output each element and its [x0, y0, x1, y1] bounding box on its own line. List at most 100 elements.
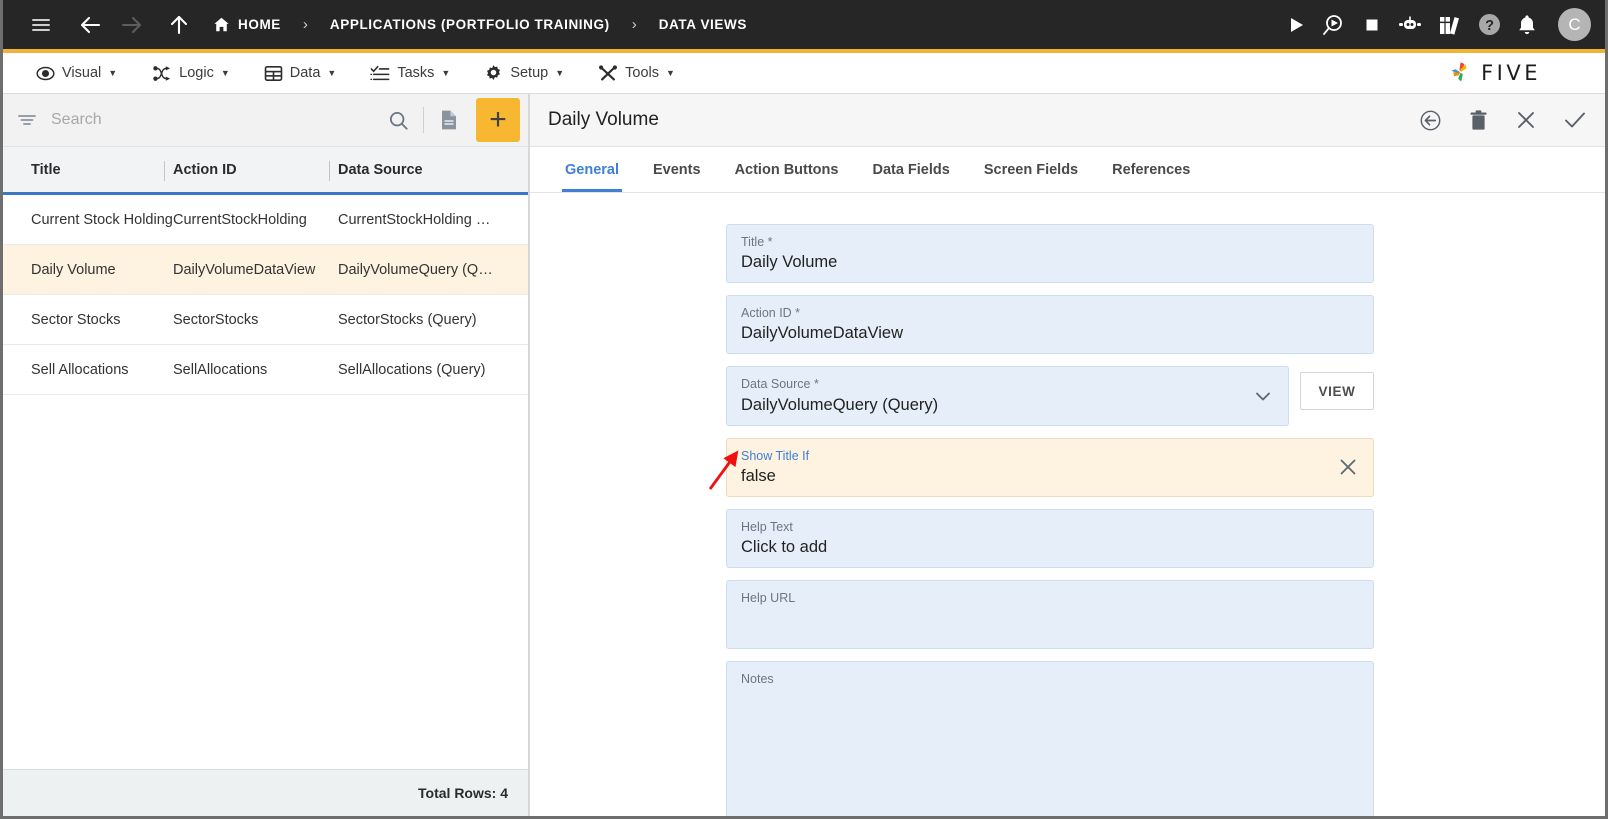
- show-title-if-field[interactable]: Show Title If false: [726, 437, 1374, 497]
- arrow-left-icon[interactable]: [71, 5, 111, 45]
- tab-general[interactable]: General: [548, 147, 636, 192]
- cell-title: Current Stock Holding: [31, 211, 173, 228]
- table-row[interactable]: Current Stock Holding CurrentStockHoldin…: [3, 195, 528, 245]
- view-button[interactable]: VIEW: [1300, 372, 1374, 411]
- cell-action-id: CurrentStockHolding: [173, 211, 307, 228]
- chatbot-icon[interactable]: [1397, 14, 1423, 36]
- column-header-data-source[interactable]: Data Source: [329, 147, 528, 192]
- menu-item-tasks[interactable]: Tasks ▼: [353, 53, 467, 93]
- document-icon[interactable]: [428, 94, 470, 147]
- breadcrumb-item-applications[interactable]: APPLICATIONS (PORTFOLIO TRAINING): [326, 17, 614, 32]
- breadcrumb-label: APPLICATIONS (PORTFOLIO TRAINING): [329, 17, 610, 32]
- cell-title: Sector Stocks: [31, 311, 121, 328]
- avatar[interactable]: C: [1558, 8, 1591, 41]
- brand-logo: FIVE: [1448, 60, 1589, 86]
- stop-icon[interactable]: [1361, 14, 1383, 36]
- field-value: [741, 606, 1359, 607]
- chevron-down-icon: ▼: [327, 68, 337, 78]
- add-button[interactable]: +: [476, 98, 520, 142]
- help-icon[interactable]: ?: [1477, 12, 1502, 37]
- page-title: Daily Volume: [548, 109, 659, 130]
- menu-item-logic[interactable]: Logic ▼: [134, 53, 247, 93]
- chevron-down-icon: ▼: [555, 68, 565, 78]
- total-rows-label: Total Rows: 4: [3, 769, 528, 816]
- chevron-down-icon: ▼: [220, 68, 230, 78]
- tab-references[interactable]: References: [1095, 147, 1207, 192]
- action-id-field[interactable]: Action ID * DailyVolumeDataView: [726, 295, 1374, 355]
- cell-title: Sell Allocations: [31, 361, 129, 378]
- menu-item-tools[interactable]: Tools ▼: [581, 53, 692, 93]
- field-label: Title *: [741, 235, 773, 249]
- chevron-down-icon: ▼: [666, 68, 675, 78]
- data-source-field[interactable]: Data Source * DailyVolumeQuery (Query): [726, 366, 1289, 426]
- library-icon[interactable]: [1437, 13, 1463, 37]
- chevron-down-icon: ▼: [441, 68, 451, 78]
- field-label: Help URL: [741, 590, 796, 605]
- chevron-down-icon[interactable]: [1252, 385, 1274, 407]
- top-navigation-bar: HOME › APPLICATIONS (PORTFOLIO TRAINING)…: [3, 0, 1605, 53]
- notifications-bell-icon[interactable]: [1516, 13, 1538, 37]
- preview-icon[interactable]: [1321, 12, 1347, 38]
- delete-icon[interactable]: [1468, 109, 1489, 132]
- list-column-headers: Title Action ID Data Source: [3, 147, 528, 195]
- tab-events[interactable]: Events: [636, 147, 718, 192]
- menu-item-visual[interactable]: Visual ▼: [19, 53, 134, 93]
- cell-data-source: CurrentStockHolding …: [338, 211, 491, 228]
- filter-icon[interactable]: [17, 110, 37, 130]
- revert-icon[interactable]: [1419, 109, 1442, 132]
- detail-tabs: General Events Action Buttons Data Field…: [530, 147, 1605, 193]
- breadcrumb-item-data-views[interactable]: DATA VIEWS: [655, 17, 751, 32]
- breadcrumb-label: DATA VIEWS: [658, 17, 747, 32]
- arrow-up-icon[interactable]: [159, 5, 199, 45]
- menu-item-data[interactable]: Data ▼: [247, 53, 354, 93]
- table-row[interactable]: Sector Stocks SectorStocks SectorStocks …: [3, 295, 528, 345]
- cell-data-source: DailyVolumeQuery (Q…: [338, 261, 493, 278]
- detail-panel: Daily Volume General Events Action Butto…: [530, 94, 1605, 816]
- eye-icon: [36, 64, 55, 83]
- home-icon: [213, 16, 230, 33]
- close-icon[interactable]: [1515, 109, 1537, 131]
- nodes-icon: [151, 64, 172, 83]
- search-icon[interactable]: [377, 94, 419, 147]
- brand-name: FIVE: [1481, 61, 1541, 85]
- search-input[interactable]: [37, 111, 377, 129]
- cell-data-source: SellAllocations (Query): [338, 361, 486, 378]
- field-value: Click to add: [741, 537, 828, 556]
- search-toolbar: +: [3, 94, 528, 147]
- main-body: + Title Action ID Data Source Current St…: [3, 94, 1605, 816]
- tab-action-buttons[interactable]: Action Buttons: [718, 147, 856, 192]
- column-header-action-id[interactable]: Action ID: [164, 147, 338, 192]
- clear-icon[interactable]: [1337, 456, 1359, 478]
- breadcrumb: HOME › APPLICATIONS (PORTFOLIO TRAINING)…: [209, 16, 751, 33]
- column-header-title[interactable]: Title: [3, 147, 173, 192]
- save-icon[interactable]: [1563, 109, 1587, 131]
- breadcrumb-item-home[interactable]: HOME: [209, 16, 285, 33]
- menu-label: Data: [289, 65, 321, 81]
- notes-field[interactable]: Notes: [726, 660, 1374, 816]
- gear-icon: [484, 64, 503, 83]
- run-icon[interactable]: [1285, 14, 1307, 36]
- table-row[interactable]: Sell Allocations SellAllocations SellAll…: [3, 345, 528, 395]
- help-text-field[interactable]: Help Text Click to add: [726, 508, 1374, 568]
- five-logo-icon: [1448, 60, 1474, 86]
- navigation-controls: [21, 5, 199, 45]
- menu-item-setup[interactable]: Setup ▼: [467, 53, 581, 93]
- form-column: Title * Daily Volume Action ID * DailyVo…: [726, 224, 1374, 816]
- tab-data-fields[interactable]: Data Fields: [855, 147, 966, 192]
- title-field[interactable]: Title * Daily Volume: [726, 224, 1374, 284]
- general-form: Title * Daily Volume Action ID * DailyVo…: [530, 193, 1605, 816]
- tab-screen-fields[interactable]: Screen Fields: [967, 147, 1095, 192]
- hamburger-icon[interactable]: [21, 5, 61, 45]
- table-row[interactable]: Daily Volume DailyVolumeDataView DailyVo…: [3, 245, 528, 295]
- field-row-show-title-if: Show Title If false: [726, 437, 1374, 497]
- cell-action-id: DailyVolumeDataView: [173, 261, 316, 278]
- cell-action-id: SectorStocks: [173, 311, 259, 328]
- field-value: false: [741, 466, 776, 485]
- menu-label: Visual: [62, 65, 102, 81]
- help-url-field[interactable]: Help URL: [726, 579, 1374, 649]
- field-row-data-source: Data Source * DailyVolumeQuery (Query) V…: [726, 366, 1374, 426]
- field-label: Show Title If: [741, 448, 810, 463]
- table-icon: [264, 64, 283, 83]
- menu-label: Logic: [179, 65, 214, 81]
- cell-title: Daily Volume: [31, 261, 116, 278]
